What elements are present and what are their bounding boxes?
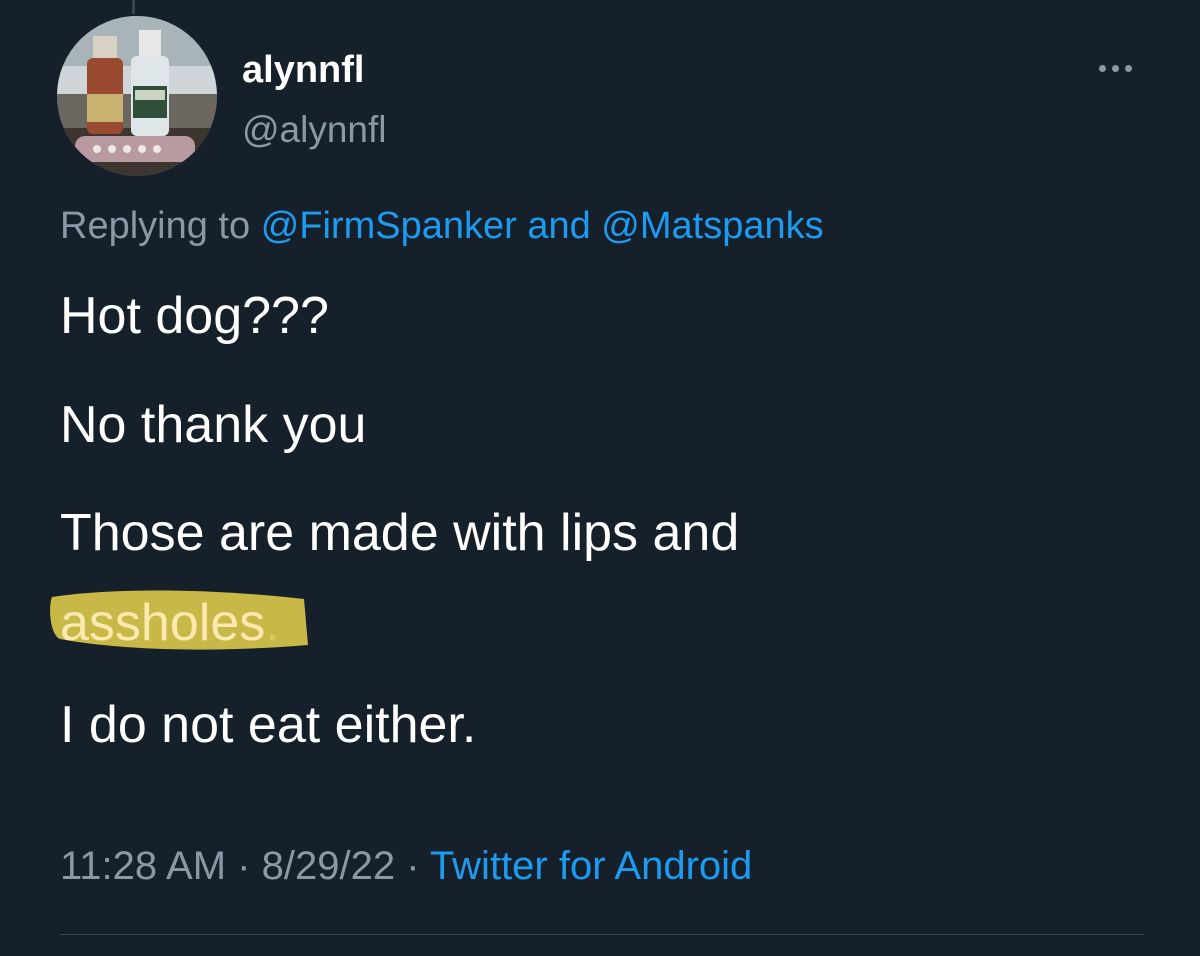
- avatar[interactable]: [57, 16, 217, 176]
- mention-link-firmspanker[interactable]: @FirmSpanker: [261, 205, 517, 247]
- divider: [60, 934, 1144, 935]
- tweet-text-line-4: assholes .: [50, 590, 308, 653]
- tweet-text-line-3: Those are made with lips and: [60, 504, 740, 562]
- more-horizontal-icon: [1098, 64, 1106, 72]
- meta-separator: ·: [237, 844, 251, 888]
- user-handle[interactable]: @alynnfl: [242, 108, 387, 152]
- tweet-text-line-2: No thank you: [60, 396, 367, 454]
- tweet-source-link[interactable]: Twitter for Android: [430, 844, 752, 888]
- display-name[interactable]: alynnfl: [242, 48, 364, 92]
- mention-link-matspanks[interactable]: @Matspanks: [601, 205, 823, 247]
- thread-connector-line: [132, 0, 135, 14]
- tweet-date[interactable]: 8/29/22: [262, 844, 395, 888]
- tweet-time[interactable]: 11:28 AM: [60, 844, 226, 888]
- avatar-photo: [57, 16, 217, 176]
- more-horizontal-icon-dot: [1111, 64, 1119, 72]
- meta-separator: ·: [406, 844, 420, 888]
- highlighted-word: assholes: [50, 590, 308, 653]
- replying-to-line: Replying to @FirmSpanker and @Matspanks: [60, 203, 824, 249]
- replying-prefix: Replying to: [60, 205, 251, 247]
- tweet-text-line-1: Hot dog???: [60, 287, 329, 345]
- more-horizontal-icon-dot: [1124, 64, 1132, 72]
- highlighted-word-text: assholes: [60, 594, 266, 652]
- more-options-button[interactable]: [1086, 52, 1144, 84]
- tweet-text-line-5: I do not eat either.: [60, 696, 477, 754]
- tweet-text-period: .: [265, 594, 280, 652]
- tweet-metadata: 11:28 AM · 8/29/22 · Twitter for Android: [60, 843, 752, 889]
- replying-and: and: [527, 205, 591, 247]
